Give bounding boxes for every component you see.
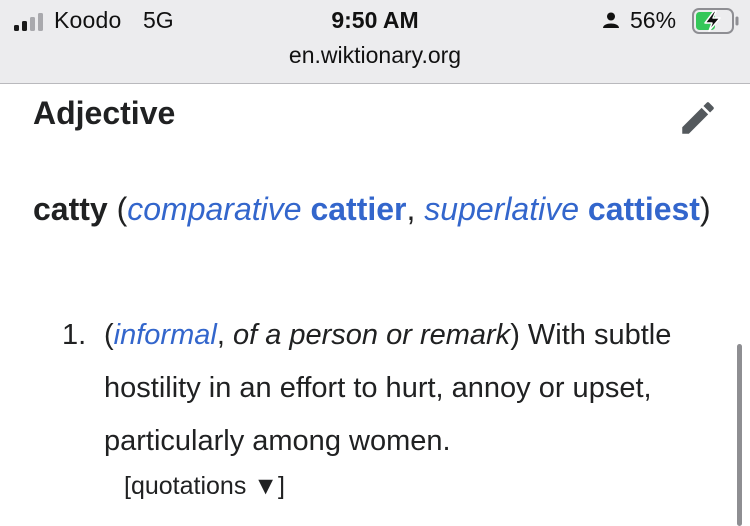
superlative-label-link[interactable]: superlative [424, 191, 579, 227]
comparative-label-link[interactable]: comparative [127, 191, 301, 227]
qualifier-separator: , [216, 319, 233, 351]
headword: catty [33, 191, 108, 227]
headword-line: catty (comparative cattier, superlative … [33, 181, 723, 237]
page-scrollbar[interactable] [737, 344, 742, 526]
address-bar-url[interactable]: en.wiktionary.org [0, 42, 750, 69]
battery-percent: 56% [630, 7, 677, 33]
quotations-toggle[interactable]: [quotations ▼] [124, 472, 285, 501]
section-heading: Adjective [33, 95, 176, 131]
pencil-icon[interactable] [677, 97, 719, 139]
superlative-form-link[interactable]: cattiest [588, 191, 700, 227]
comparative-form-link[interactable]: cattier [310, 191, 406, 227]
register-label-link[interactable]: informal [114, 319, 217, 351]
close-paren: ) [699, 191, 711, 227]
definition-text: (informal, of a person or remark) With s… [104, 309, 724, 468]
person-icon [603, 12, 619, 28]
browser-top-bar: Koodo 5G 9:50 AM 56% en.wiktionary.org [0, 0, 750, 84]
comma-separator: , [406, 191, 425, 227]
qualifier-close-paren: ) [510, 319, 520, 351]
open-paren: ( [107, 191, 128, 227]
definition-number: 1. [62, 319, 87, 351]
qualifier-open-paren: ( [104, 319, 114, 351]
browser-screen: Koodo 5G 9:50 AM 56% en.wiktionary.org A… [0, 0, 750, 526]
qualifier-text: of a person or remark [232, 319, 511, 351]
battery-charging-icon [692, 8, 739, 34]
